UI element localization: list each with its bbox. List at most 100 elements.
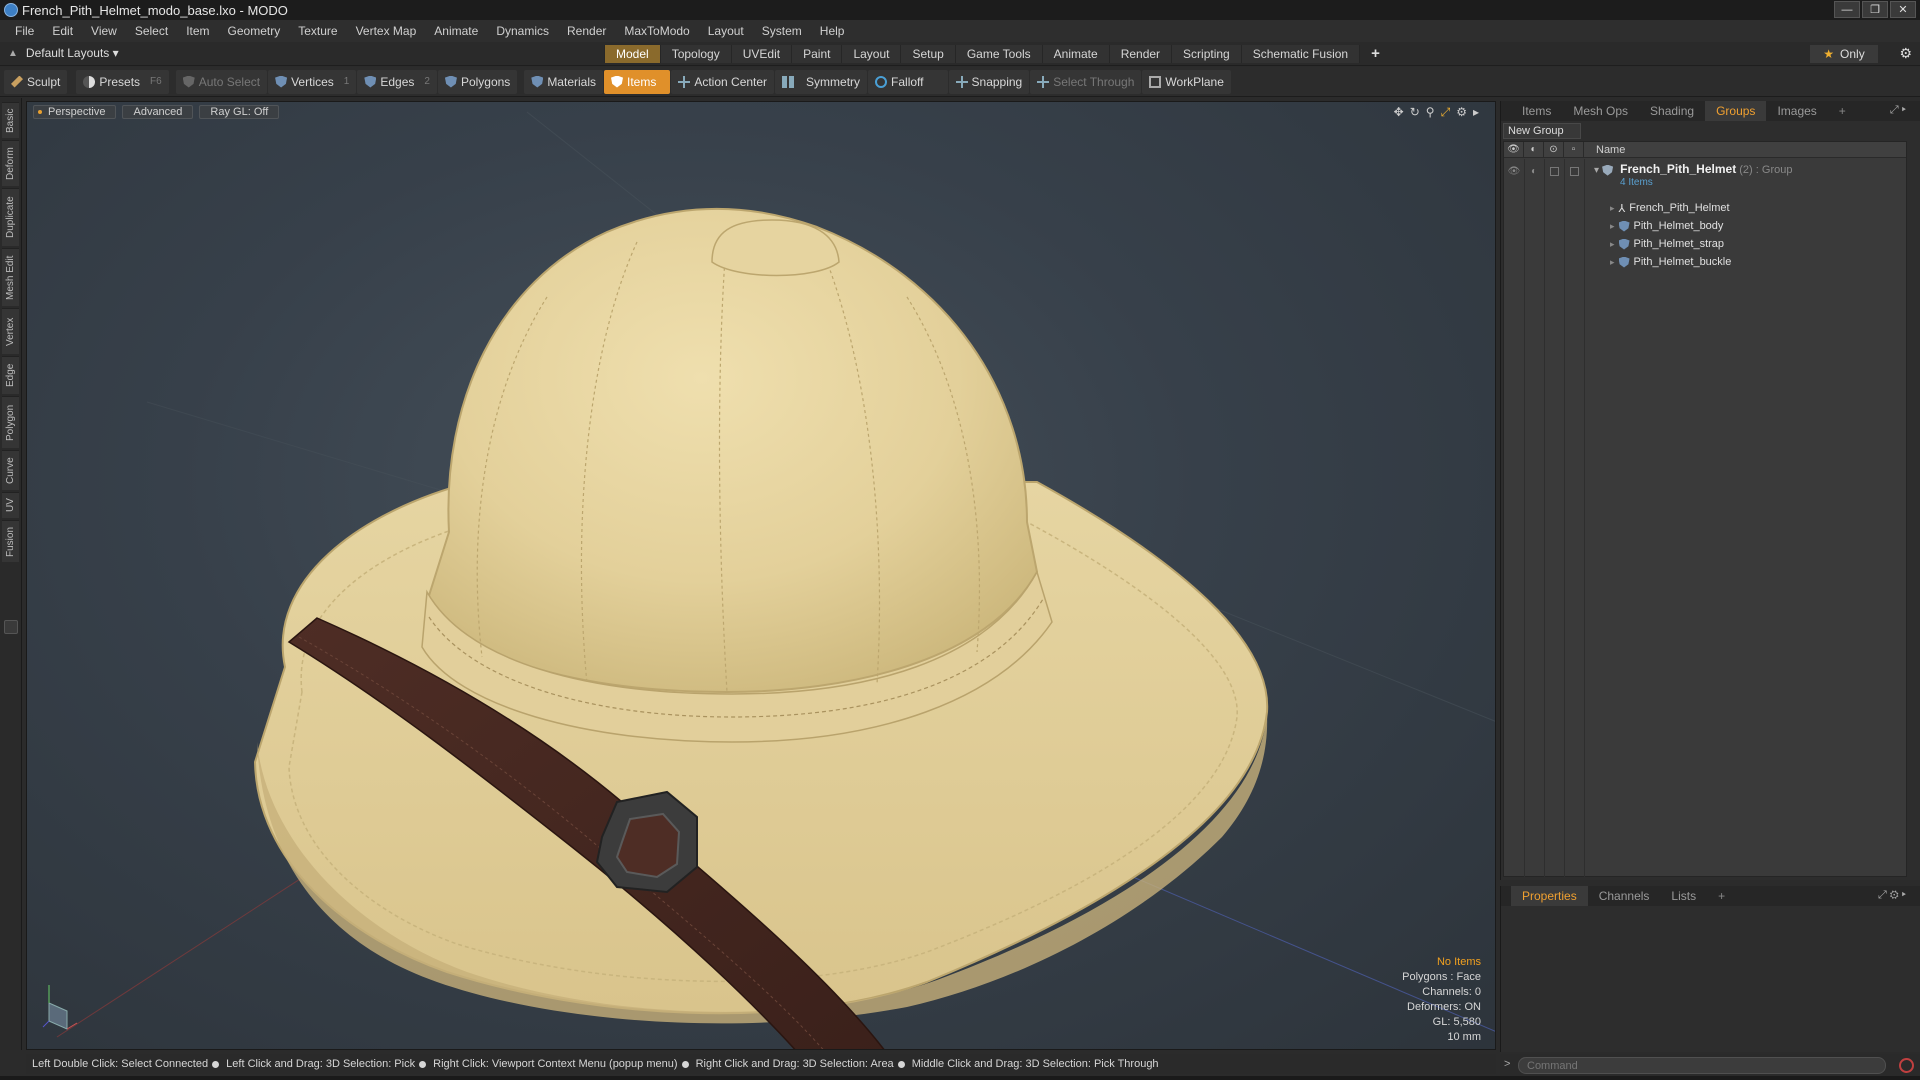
tab-schematic-fusion[interactable]: Schematic Fusion [1240, 45, 1360, 63]
tab-game-tools[interactable]: Game Tools [954, 45, 1042, 63]
vtab-mesh-edit[interactable]: Mesh Edit [2, 248, 19, 306]
layout-selector[interactable]: ▲ Default Layouts ▾ [8, 46, 119, 60]
tab-render[interactable]: Render [1108, 45, 1172, 63]
menu-render[interactable]: Render [558, 24, 615, 38]
render-toggle-icon[interactable]: ◐ [1524, 166, 1544, 177]
vtab-vertex[interactable]: Vertex [2, 308, 19, 354]
lock-checkbox[interactable] [1549, 166, 1559, 176]
expand-arrow-icon[interactable]: ▸ [1473, 105, 1479, 120]
menu-view[interactable]: View [82, 24, 126, 38]
tab-topology[interactable]: Topology [659, 45, 731, 63]
lock-column-icon[interactable]: ⊙ [1544, 141, 1564, 158]
action-center-button[interactable]: Action Center [671, 69, 775, 94]
menu-system[interactable]: System [753, 24, 811, 38]
tab-items[interactable]: Items [1511, 101, 1562, 121]
tree-item-locator[interactable]: ▸ ⅄ French_Pith_Helmet [1504, 199, 1906, 217]
menu-maxtomodo[interactable]: MaxToModo [615, 24, 698, 38]
groups-scrollbar[interactable] [1908, 143, 1916, 873]
viewport-settings-icon[interactable]: ⚙ [1456, 105, 1467, 120]
collapse-up-icon[interactable]: ▲ [8, 48, 18, 59]
tab-layout[interactable]: Layout [841, 45, 901, 63]
tab-uvedit[interactable]: UVEdit [730, 45, 792, 63]
tab-groups[interactable]: Groups [1705, 101, 1767, 121]
name-column-header[interactable]: Name [1584, 144, 1625, 156]
palette-toggle-button[interactable] [4, 620, 18, 634]
expand-toggle-icon[interactable]: ▾ [1594, 165, 1599, 176]
tab-lists[interactable]: Lists [1660, 886, 1707, 906]
pan-icon[interactable]: ✥ [1394, 105, 1404, 120]
materials-button[interactable]: Materials [524, 69, 603, 94]
vtab-uv[interactable]: UV [2, 492, 19, 518]
menu-animate[interactable]: Animate [425, 24, 487, 38]
properties-expand-icon[interactable]: ⤢ ⚙ ▸ [1878, 889, 1906, 902]
menu-item[interactable]: Item [177, 24, 218, 38]
menu-texture[interactable]: Texture [289, 24, 346, 38]
rotate-icon[interactable]: ↻ [1410, 105, 1420, 120]
tab-paint[interactable]: Paint [791, 45, 842, 63]
symmetry-button[interactable]: Symmetry [775, 69, 868, 94]
vtab-duplicate[interactable]: Duplicate [2, 188, 19, 246]
vtab-curve[interactable]: Curve [2, 450, 19, 490]
vtab-basic[interactable]: Basic [2, 102, 19, 138]
items-button[interactable]: Items [604, 69, 671, 94]
visibility-column-icon[interactable]: 👁 [1504, 141, 1524, 158]
render-column-icon[interactable]: ◐ [1524, 141, 1544, 158]
snapping-button[interactable]: Snapping [948, 69, 1030, 94]
raygl-toggle[interactable]: Ray GL: Off [199, 105, 280, 119]
close-button[interactable]: ✕ [1890, 1, 1916, 18]
3d-viewport[interactable]: Perspective Advanced Ray GL: Off ✥ ↻ ⚲ ⤢… [26, 101, 1496, 1050]
group-row[interactable]: 👁 ◐ ▾ French_Pith_Helmet (2) : Group 4 I… [1504, 160, 1906, 188]
auto-select-button[interactable]: Auto Select [175, 69, 268, 94]
menu-geometry[interactable]: Geometry [219, 24, 290, 38]
tab-scripting[interactable]: Scripting [1171, 45, 1241, 63]
command-input[interactable] [1518, 1057, 1886, 1074]
vtab-polygon[interactable]: Polygon [2, 396, 19, 448]
menu-edit[interactable]: Edit [43, 24, 82, 38]
zoom-icon[interactable]: ⚲ [1426, 105, 1435, 120]
add-properties-tab-button[interactable]: + [1707, 886, 1736, 906]
vertices-button[interactable]: Vertices 1 [268, 69, 357, 94]
menu-file[interactable]: File [6, 24, 43, 38]
expand-panel-icon[interactable]: ⤢ ▸ [1890, 104, 1906, 117]
tab-setup[interactable]: Setup [900, 45, 955, 63]
select-through-button[interactable]: Select Through [1030, 69, 1142, 94]
tab-channels[interactable]: Channels [1588, 886, 1661, 906]
polygons-button[interactable]: Polygons [437, 69, 518, 94]
tree-item-buckle[interactable]: ▸ Pith_Helmet_buckle [1504, 253, 1906, 271]
vtab-deform[interactable]: Deform [2, 140, 19, 186]
menu-select[interactable]: Select [126, 24, 177, 38]
tab-images[interactable]: Images [1766, 101, 1827, 121]
workplane-button[interactable]: WorkPlane [1142, 69, 1231, 94]
presets-button[interactable]: Presets F6 [76, 69, 169, 94]
vtab-edge[interactable]: Edge [2, 356, 19, 394]
menu-dynamics[interactable]: Dynamics [487, 24, 558, 38]
shading-advanced-dropdown[interactable]: Advanced [122, 105, 194, 119]
add-tab-button[interactable]: + [1359, 45, 1391, 63]
gear-icon[interactable]: ⚙ [1899, 45, 1912, 62]
command-record-icon[interactable] [1899, 1058, 1914, 1073]
minimize-button[interactable]: — [1834, 1, 1860, 18]
eye-icon[interactable]: 👁 [1504, 166, 1524, 177]
menu-vertex-map[interactable]: Vertex Map [347, 24, 426, 38]
select-column-icon[interactable]: ▫ [1564, 141, 1584, 158]
tab-shading[interactable]: Shading [1639, 101, 1705, 121]
tab-model[interactable]: Model [604, 45, 660, 63]
maximize-button[interactable]: ❐ [1862, 1, 1888, 18]
tab-mesh-ops[interactable]: Mesh Ops [1562, 101, 1639, 121]
view-perspective-dropdown[interactable]: Perspective [33, 105, 117, 119]
select-checkbox[interactable] [1569, 166, 1579, 176]
tab-properties[interactable]: Properties [1511, 886, 1588, 906]
menu-layout[interactable]: Layout [699, 24, 753, 38]
falloff-button[interactable]: Falloff [868, 69, 948, 94]
edges-button[interactable]: Edges 2 [357, 69, 437, 94]
new-group-button[interactable]: New Group [1503, 123, 1581, 139]
sculpt-button[interactable]: Sculpt [4, 69, 68, 94]
tab-animate[interactable]: Animate [1041, 45, 1109, 63]
menu-help[interactable]: Help [811, 24, 854, 38]
add-panel-tab-button[interactable]: + [1828, 101, 1857, 121]
vtab-fusion[interactable]: Fusion [2, 520, 19, 562]
tree-item-body[interactable]: ▸ Pith_Helmet_body [1504, 217, 1906, 235]
only-button[interactable]: ★ Only [1810, 45, 1878, 63]
tree-item-strap[interactable]: ▸ Pith_Helmet_strap [1504, 235, 1906, 253]
fit-icon[interactable]: ⤢ [1441, 105, 1451, 120]
